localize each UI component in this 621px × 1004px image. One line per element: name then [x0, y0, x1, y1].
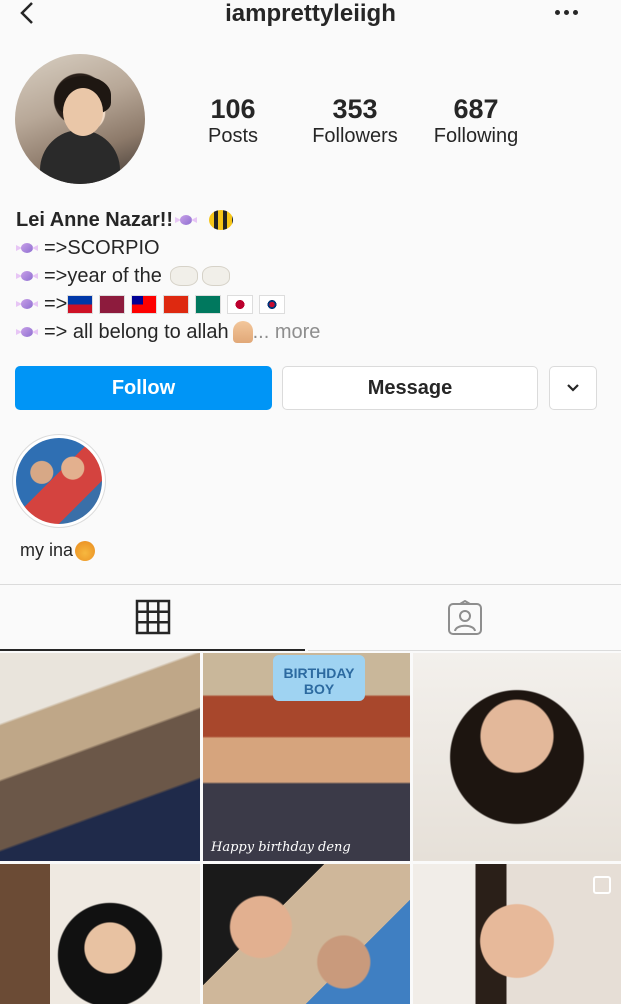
- following-label: Following: [433, 125, 519, 147]
- bio-text: =>: [44, 293, 68, 315]
- profile-full-name: Lei Anne Nazar!!: [16, 209, 174, 231]
- post-thumbnail[interactable]: [0, 653, 200, 861]
- message-button[interactable]: Message: [282, 366, 538, 410]
- suggested-accounts-button[interactable]: [549, 366, 597, 410]
- philippines-flag-icon: [67, 294, 94, 314]
- more-options-icon[interactable]: [555, 4, 585, 20]
- qatar-flag-icon: [99, 294, 126, 314]
- multi-post-icon: [593, 876, 611, 894]
- bio-line: =>SCORPIO: [16, 234, 606, 262]
- posts-count: 106: [210, 94, 256, 124]
- candy-icon: [175, 213, 198, 227]
- profile-bio: Lei Anne Nazar!! =>SCORPIO =>year of the…: [16, 206, 606, 346]
- korea-flag-icon: [259, 294, 286, 314]
- grid-icon: [135, 599, 170, 635]
- sheep-icon: [201, 266, 230, 286]
- profile-avatar[interactable]: [15, 54, 145, 184]
- tab-tagged[interactable]: [308, 585, 621, 651]
- following-count: 687: [453, 94, 499, 124]
- profile-header: iamprettyleiigh: [0, 0, 621, 30]
- folded-hands-icon: [232, 321, 253, 343]
- candy-icon: [16, 325, 38, 339]
- bio-line: =>: [16, 290, 606, 318]
- followers-label: Followers: [312, 125, 398, 147]
- story-highlight[interactable]: my ina: [12, 434, 108, 561]
- bio-text: => all belong to allah: [44, 321, 229, 343]
- highlight-label: my ina: [20, 540, 96, 561]
- bio-line: =>year of the: [16, 262, 606, 290]
- japan-flag-icon: [227, 294, 254, 314]
- hong-kong-flag-icon: [163, 294, 190, 314]
- posts-label: Posts: [207, 125, 259, 147]
- posts-stat[interactable]: 106 Posts: [170, 94, 296, 148]
- followers-stat[interactable]: 353 Followers: [296, 94, 414, 148]
- post-thumbnail[interactable]: [203, 864, 410, 1004]
- post-thumbnail[interactable]: [413, 653, 621, 861]
- chevron-down-icon: [567, 384, 579, 392]
- post-thumbnail[interactable]: BIRTHDAY BOY Happy birthday deng: [203, 653, 410, 861]
- bio-text: =>year of the: [44, 265, 162, 287]
- tagged-icon: [447, 599, 482, 635]
- post-thumbnail[interactable]: [0, 864, 200, 1004]
- post-thumbnail[interactable]: [413, 864, 621, 1004]
- candy-icon: [16, 297, 38, 311]
- follow-button[interactable]: Follow: [15, 366, 272, 410]
- tab-grid[interactable]: [0, 585, 305, 651]
- smiling-face-icon: [75, 540, 96, 561]
- profile-tabs: [0, 585, 621, 651]
- highlight-label-text: my ina: [20, 540, 74, 560]
- profile-username: iamprettyleiigh: [225, 0, 396, 27]
- taiwan-flag-icon: [131, 294, 158, 314]
- sheep-icon: [169, 266, 198, 286]
- bio-line: => all belong to allah ... more: [16, 318, 606, 346]
- candy-icon: [16, 269, 38, 283]
- bio-name-line: Lei Anne Nazar!!: [16, 206, 606, 234]
- bio-text: =>SCORPIO: [44, 237, 160, 259]
- birthday-boy-sticker: BIRTHDAY BOY: [273, 655, 365, 701]
- bee-icon: [209, 210, 234, 230]
- highlight-cover: [16, 438, 102, 524]
- bio-more-link[interactable]: ... more: [253, 318, 321, 346]
- post-caption-overlay: Happy birthday deng: [211, 840, 351, 855]
- macau-flag-icon: [195, 294, 222, 314]
- following-stat[interactable]: 687 Following: [414, 94, 538, 148]
- followers-count: 353: [332, 94, 378, 124]
- highlight-ring: [12, 434, 106, 528]
- candy-icon: [16, 241, 38, 255]
